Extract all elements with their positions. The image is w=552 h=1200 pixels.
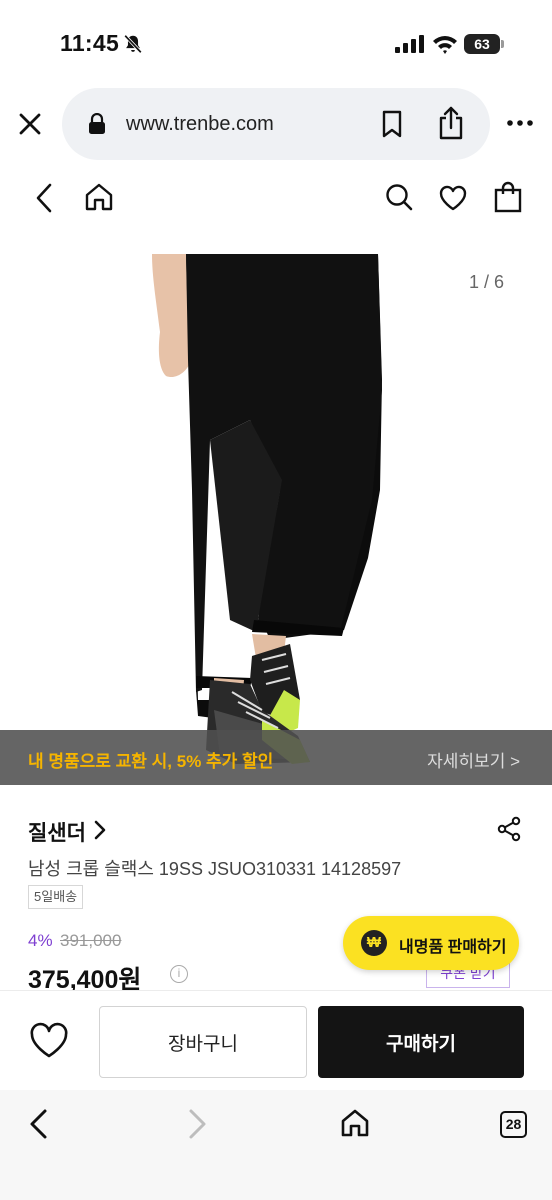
- address-bar[interactable]: www.trenbe.com: [62, 88, 490, 160]
- status-time: 11:45: [60, 30, 120, 56]
- sell-button-label: 내명품 판매하기: [399, 939, 507, 956]
- promo-text: 내 명품으로 교환 시, 5% 추가 할인: [28, 752, 274, 771]
- action-bar: 장바구니 구매하기: [0, 990, 552, 1090]
- pants-photo: [152, 254, 382, 764]
- product-image[interactable]: 1 / 6: [0, 240, 552, 785]
- heart-icon[interactable]: [438, 184, 468, 212]
- battery-tip: [501, 40, 504, 48]
- original-price: 391,000: [60, 931, 122, 950]
- chevron-right-icon[interactable]: [92, 820, 108, 840]
- share-nodes-icon[interactable]: [496, 816, 522, 842]
- image-counter: 1 / 6: [468, 272, 504, 292]
- shopping-bag-icon[interactable]: [493, 181, 523, 213]
- url-text[interactable]: www.trenbe.com: [126, 113, 274, 136]
- bookmark-icon[interactable]: [380, 110, 404, 138]
- buy-button[interactable]: 구매하기: [318, 1006, 524, 1078]
- browser-forward-icon[interactable]: [184, 1108, 210, 1140]
- lock-icon: [89, 113, 105, 134]
- home-icon[interactable]: [84, 182, 114, 212]
- more-icon[interactable]: [506, 116, 534, 130]
- won-icon: ₩: [361, 930, 387, 956]
- close-icon[interactable]: [16, 110, 44, 138]
- signal-icon: [395, 35, 424, 53]
- promo-banner[interactable]: 내 명품으로 교환 시, 5% 추가 할인 자세히보기 >: [0, 730, 552, 785]
- battery-level: 63: [464, 34, 500, 54]
- wifi-icon: [433, 36, 457, 54]
- browser-home-icon[interactable]: [340, 1108, 370, 1138]
- status-bar: 11:45 63: [0, 0, 552, 90]
- tabs-button[interactable]: 28: [500, 1111, 527, 1138]
- search-icon[interactable]: [384, 182, 414, 212]
- browser-back-icon[interactable]: [26, 1108, 52, 1140]
- sell-my-luxury-button[interactable]: ₩ 내명품 판매하기: [343, 916, 519, 970]
- back-icon[interactable]: [30, 182, 58, 214]
- share-icon[interactable]: [436, 106, 466, 140]
- info-icon[interactable]: i: [170, 965, 188, 983]
- delivery-badge: 5일배송: [28, 885, 84, 909]
- bell-slash-icon: [124, 34, 142, 54]
- wishlist-heart-icon[interactable]: [28, 1021, 70, 1061]
- battery-icon: 63: [464, 34, 504, 54]
- brand-name[interactable]: 질샌더: [28, 817, 86, 847]
- discount-rate: 4%: [28, 931, 53, 950]
- add-to-cart-button[interactable]: 장바구니: [99, 1006, 307, 1078]
- browser-toolbar: 28: [0, 1090, 552, 1200]
- promo-details-link[interactable]: 자세히보기 >: [427, 747, 520, 772]
- product-title: 남성 크롭 슬랙스 19SS JSUO310331 14128597: [28, 859, 402, 879]
